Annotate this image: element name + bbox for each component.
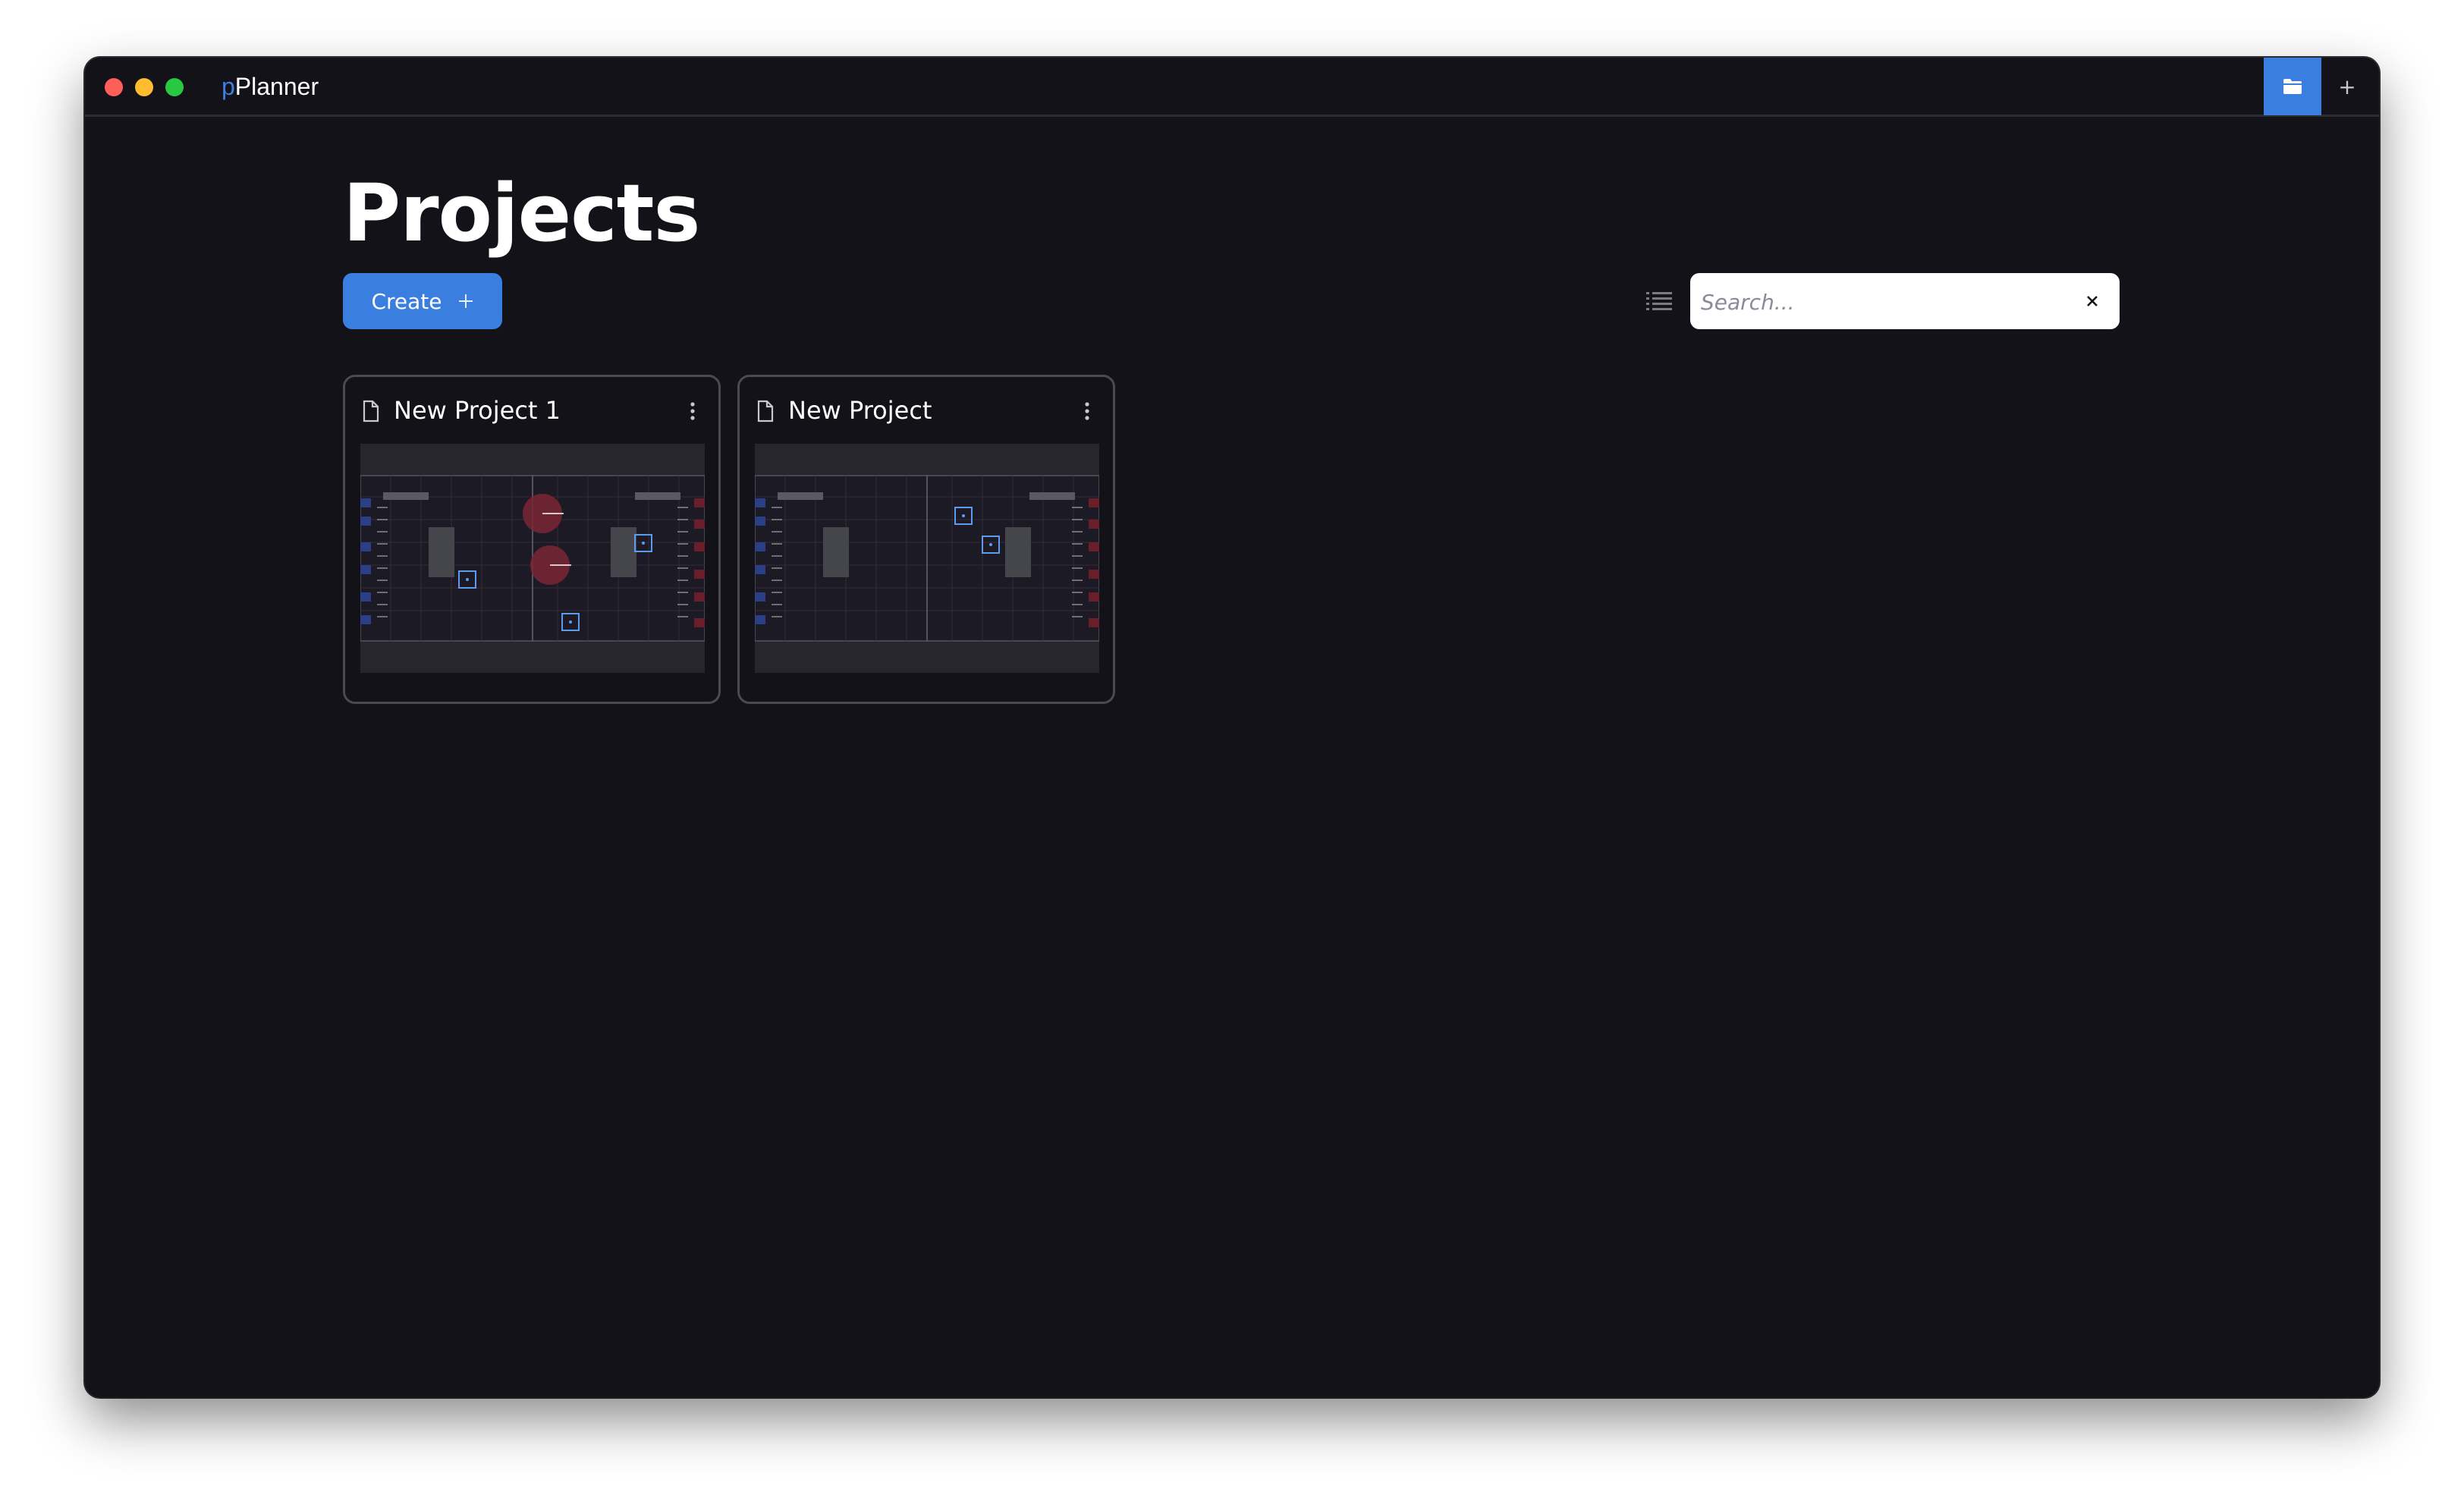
- minimize-window-button[interactable]: [135, 78, 153, 96]
- plus-icon: [458, 294, 473, 308]
- project-card[interactable]: New Project: [737, 375, 1115, 704]
- close-window-button[interactable]: [105, 78, 123, 96]
- app-title-name: Planner: [234, 73, 319, 100]
- search-clear-button[interactable]: [2079, 287, 2106, 315]
- more-vertical-icon[interactable]: [1083, 400, 1092, 423]
- field-preview: [360, 475, 706, 642]
- project-thumbnail: [754, 444, 1100, 673]
- file-icon: [757, 400, 774, 423]
- more-vertical-icon[interactable]: [688, 400, 697, 423]
- app-window: pPlanner + Projects Create Search... New…: [85, 58, 2379, 1397]
- new-tab-button[interactable]: +: [2329, 68, 2365, 105]
- create-button-label: Create: [371, 288, 442, 314]
- project-name: New Project: [788, 396, 932, 425]
- list-icon[interactable]: [1645, 287, 1674, 316]
- app-title-brand-letter: p: [222, 73, 235, 100]
- field-preview: [754, 475, 1100, 642]
- maximize-window-button[interactable]: [165, 78, 184, 96]
- app-title: pPlanner: [222, 68, 319, 105]
- project-name: New Project 1: [394, 396, 561, 425]
- create-button[interactable]: Create: [343, 273, 502, 329]
- search-box: [1690, 273, 2120, 329]
- close-icon: [2087, 296, 2098, 306]
- folder-icon: [2283, 79, 2302, 94]
- projects-tab[interactable]: [2264, 58, 2321, 115]
- file-icon: [363, 400, 379, 423]
- title-bar: pPlanner +: [85, 58, 2379, 117]
- project-thumbnail: [360, 444, 706, 673]
- page-title: Projects: [343, 167, 700, 259]
- project-card[interactable]: New Project 1: [343, 375, 721, 704]
- search-input[interactable]: [1699, 281, 2059, 323]
